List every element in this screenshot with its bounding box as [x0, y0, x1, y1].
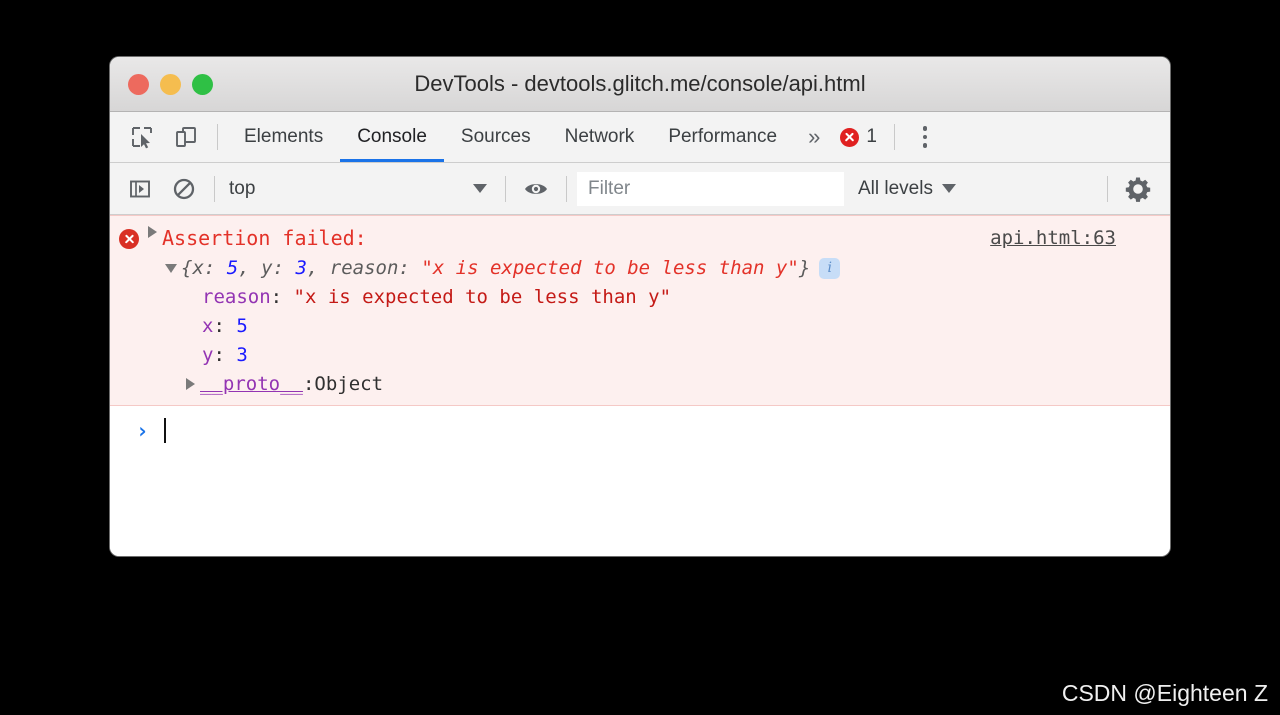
more-vertical-icon[interactable] — [904, 112, 946, 162]
tab-sources-label: Sources — [460, 126, 531, 147]
property-key: y — [202, 344, 214, 366]
preview-value-x: 5 — [226, 257, 239, 279]
watermark: CSDN @Eighteen Z — [1061, 680, 1268, 706]
preview-close-brace: } — [798, 257, 811, 279]
property-separator: : — [213, 315, 237, 337]
error-count-label: 1 — [866, 126, 877, 147]
execution-context-select[interactable]: top — [223, 178, 497, 200]
console-toolbar: top Filter All levels — [110, 163, 1170, 215]
tab-network-label: Network — [564, 126, 635, 147]
devtools-window: DevTools - devtools.glitch.me/console/ap… — [110, 57, 1170, 556]
info-badge-icon[interactable]: i — [819, 257, 841, 279]
object-property-proto[interactable]: __proto__: Object — [110, 373, 1170, 395]
tab-network[interactable]: Network — [548, 112, 652, 162]
show-console-sidebar-icon[interactable] — [118, 177, 162, 201]
console-body: Assertion failed: api.html:63 {x: 5, y: … — [110, 215, 1170, 556]
close-button[interactable] — [128, 73, 149, 95]
execution-context-value: top — [229, 177, 256, 199]
toolbar-divider-3 — [566, 175, 567, 202]
preview-key-reason: reason: — [329, 257, 422, 279]
more-tabs-chevron-icon[interactable]: » — [794, 112, 834, 162]
preview-value-reason: "x is expected to be less than y" — [421, 257, 799, 279]
tabbar-divider — [217, 124, 218, 150]
live-expression-eye-icon[interactable] — [514, 176, 558, 202]
error-header-row: Assertion failed: api.html:63 — [110, 224, 1170, 251]
window-titlebar: DevTools - devtools.glitch.me/console/ap… — [110, 57, 1170, 112]
devtools-tabbar: Elements Console Sources Network Perform… — [110, 112, 1170, 163]
tab-elements-label: Elements — [244, 126, 324, 147]
traffic-lights — [128, 73, 213, 95]
error-count-badge[interactable]: 1 — [834, 112, 885, 162]
source-link[interactable]: api.html:63 — [990, 227, 1116, 249]
kebab-dot — [922, 143, 928, 148]
console-prompt[interactable]: › — [110, 406, 1170, 443]
property-separator: : — [213, 344, 237, 366]
property-key: reason — [202, 286, 271, 308]
inspect-element-icon[interactable] — [120, 112, 164, 162]
object-preview-row: {x: 5, y: 3, reason: "x is expected to b… — [110, 257, 1170, 279]
preview-sep-2: , — [306, 257, 330, 279]
kebab-dot — [922, 126, 928, 131]
kebab-dot — [922, 134, 928, 140]
toolbar-divider-4 — [1107, 175, 1108, 202]
error-title: Assertion failed: — [162, 226, 367, 250]
preview-key-x: x: — [192, 257, 227, 279]
property-separator: : — [270, 286, 294, 308]
window-title: DevTools - devtools.glitch.me/console/ap… — [414, 71, 866, 96]
property-value: 3 — [236, 344, 248, 366]
tab-performance[interactable]: Performance — [651, 112, 794, 162]
log-level-label: All levels — [858, 177, 933, 199]
chevron-down-icon — [941, 184, 956, 193]
filter-input[interactable]: Filter — [577, 171, 844, 206]
clear-console-icon[interactable] — [162, 177, 206, 201]
device-toolbar-icon[interactable] — [164, 112, 208, 162]
object-property-reason[interactable]: reason: "x is expected to be less than y… — [110, 286, 1170, 308]
toolbar-divider-1 — [214, 175, 215, 202]
tab-performance-label: Performance — [668, 126, 778, 147]
console-error-message[interactable]: Assertion failed: api.html:63 {x: 5, y: … — [110, 215, 1170, 406]
tab-elements[interactable]: Elements — [227, 112, 340, 162]
preview-key-y: y: — [261, 257, 296, 279]
preview-open-brace: { — [181, 257, 193, 279]
proto-separator: : — [302, 373, 315, 395]
more-tabs-label: » — [808, 124, 821, 149]
collapse-triangle-icon[interactable] — [165, 263, 177, 273]
error-icon-wrapper — [110, 226, 148, 249]
toolbar-divider-2 — [505, 175, 506, 202]
minimize-button[interactable] — [160, 73, 181, 95]
property-value: 5 — [236, 315, 248, 337]
property-value: "x is expected to be less than y" — [293, 286, 672, 308]
chevron-down-icon — [473, 184, 487, 193]
gear-icon[interactable] — [1116, 176, 1160, 202]
property-key: x — [202, 315, 214, 337]
proto-key: __proto__ — [200, 373, 303, 395]
text-cursor — [163, 418, 166, 443]
log-level-select[interactable]: All levels — [844, 178, 970, 200]
error-icon — [840, 127, 860, 147]
preview-sep-1: , — [238, 257, 262, 279]
object-preview[interactable]: {x: 5, y: 3, reason: "x is expected to b… — [181, 257, 810, 279]
tabbar-divider-right — [893, 124, 895, 150]
preview-value-y: 3 — [295, 257, 307, 279]
proto-value: Object — [314, 373, 384, 395]
expand-triangle-icon[interactable] — [148, 226, 157, 238]
tab-sources[interactable]: Sources — [444, 112, 548, 162]
tab-console[interactable]: Console — [340, 112, 444, 162]
error-icon — [119, 229, 139, 249]
object-property-x[interactable]: x: 5 — [110, 315, 1170, 337]
object-property-y[interactable]: y: 3 — [110, 344, 1170, 366]
expand-triangle-icon[interactable] — [186, 378, 195, 390]
prompt-chevron-icon: › — [136, 418, 149, 443]
tab-console-label: Console — [357, 126, 427, 147]
maximize-button[interactable] — [192, 73, 213, 95]
